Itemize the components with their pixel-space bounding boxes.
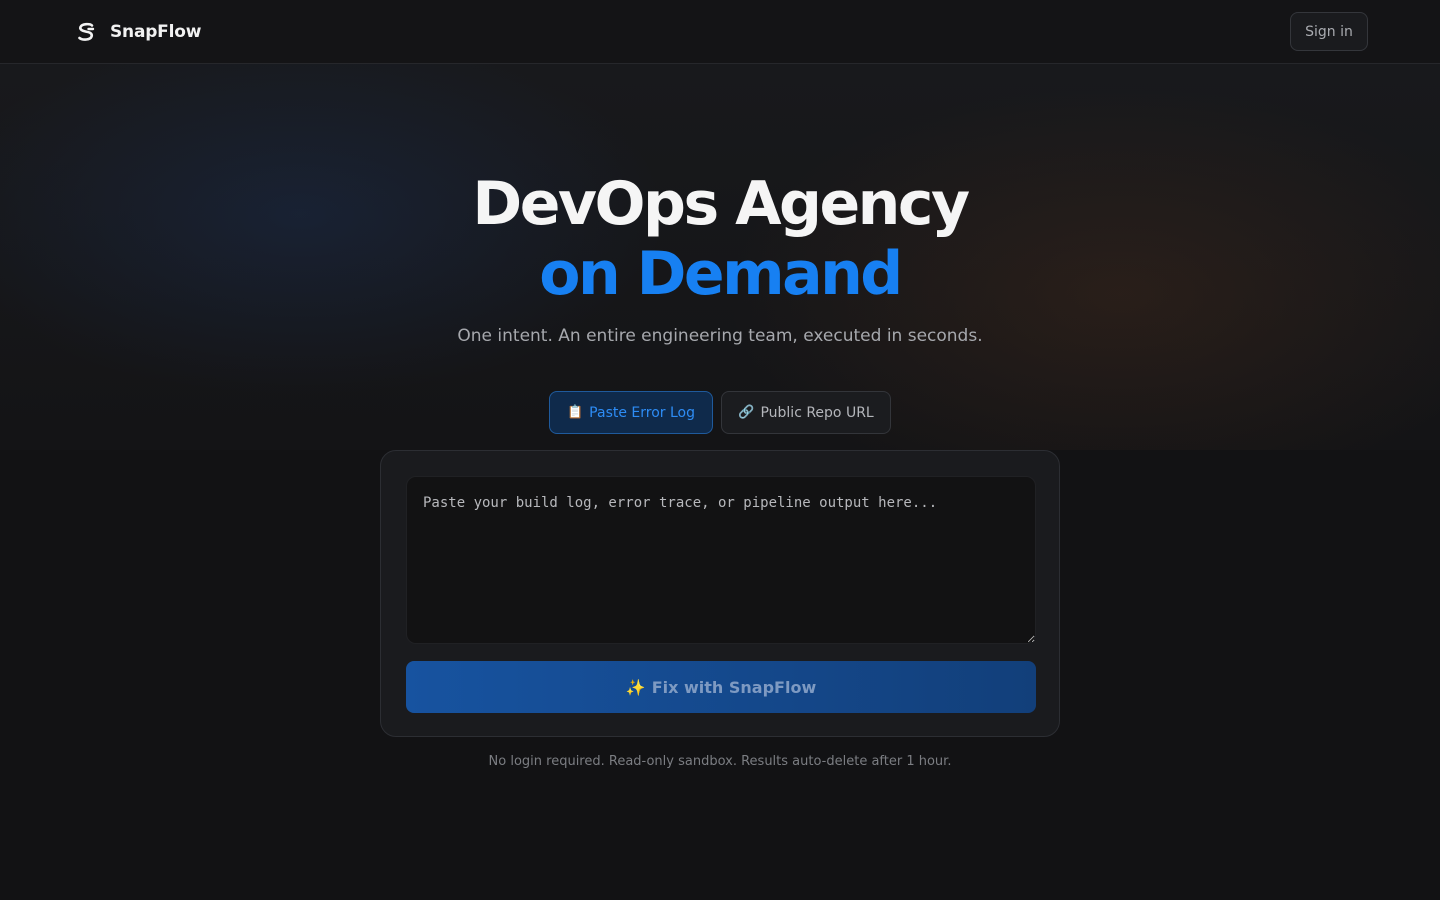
fix-button-label: Fix with SnapFlow [651, 677, 817, 697]
input-card: ✨ Fix with SnapFlow [380, 450, 1060, 737]
sign-in-button[interactable]: Sign in [1290, 12, 1368, 51]
snapflow-logo-icon [78, 22, 95, 41]
sparkles-icon: ✨ [625, 677, 646, 697]
tab-public-repo-url[interactable]: 🔗 Public Repo URL [721, 391, 891, 434]
tab-label: Public Repo URL [760, 404, 874, 421]
clipboard-icon: 📋 [566, 405, 584, 420]
privacy-footnote: No login required. Read-only sandbox. Re… [488, 754, 952, 769]
tab-label: Paste Error Log [589, 404, 695, 421]
tab-paste-error-log[interactable]: 📋 Paste Error Log [549, 391, 713, 434]
hero-title: DevOps Agency [472, 169, 970, 239]
hero-title-accent: on Demand [539, 239, 903, 309]
link-icon: 🔗 [738, 405, 755, 420]
error-log-input[interactable] [406, 476, 1036, 644]
fix-with-snapflow-button[interactable]: ✨ Fix with SnapFlow [406, 661, 1036, 713]
brand-logo-link[interactable]: SnapFlow [74, 20, 201, 44]
top-navigation-bar: SnapFlow Sign in [0, 0, 1440, 64]
hero-subtitle: One intent. An entire engineering team, … [457, 326, 983, 346]
brand-name: SnapFlow [110, 22, 202, 42]
page: SnapFlow Sign in DevOps Agency on Demand… [0, 0, 1440, 900]
